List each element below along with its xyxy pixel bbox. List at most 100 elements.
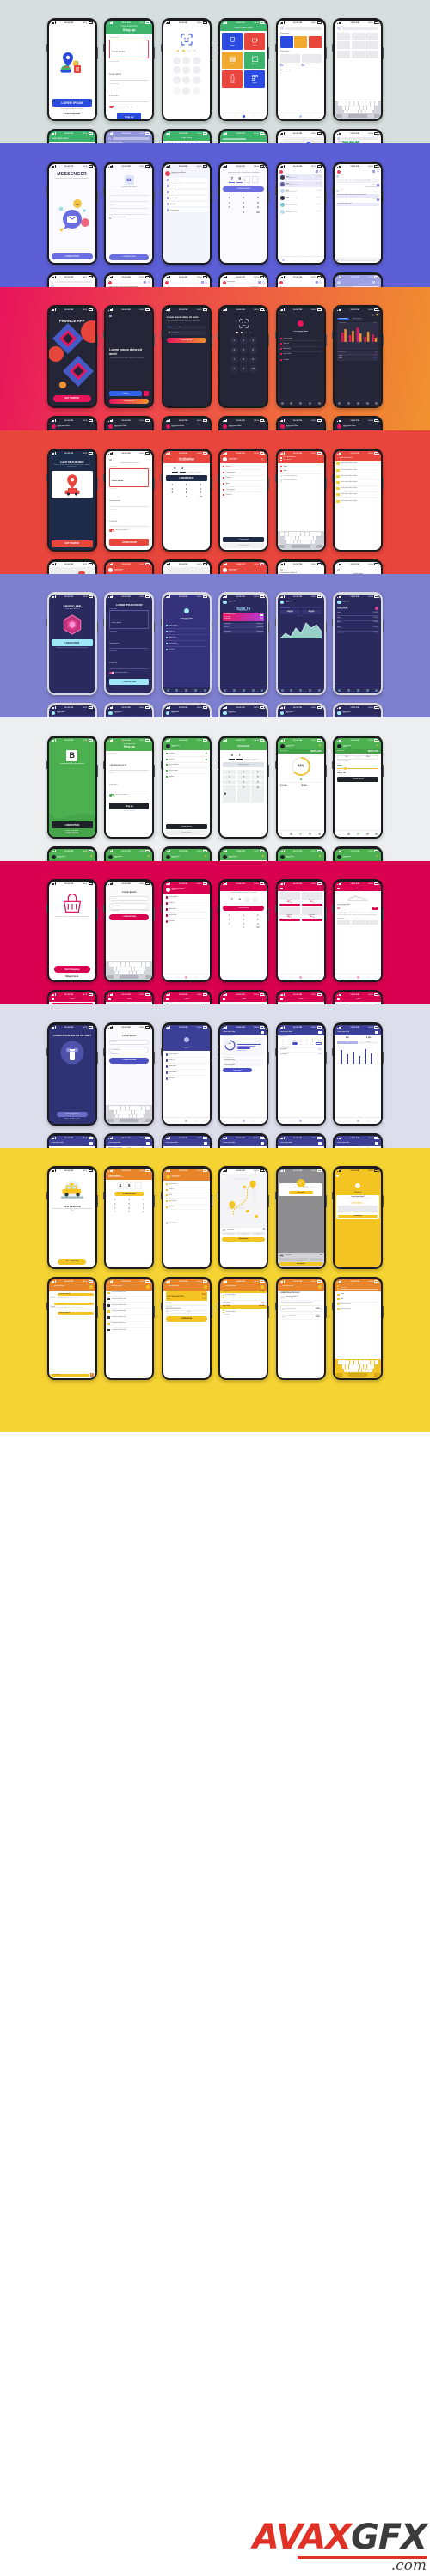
- phone-taxi-trips[interactable]: 12:30 PM 100% ‹ Lorem ipsum dolor Aug 31 2…: [218, 1277, 270, 1380]
- phone-crypto-market[interactable]: 12:30 PM100% Lorem nameDolor sit MTWTFSS…: [161, 703, 212, 717]
- bell-icon[interactable]: 🔔: [262, 856, 265, 858]
- code-digit[interactable]: [194, 466, 201, 473]
- back-icon[interactable]: ‹: [166, 1285, 167, 1288]
- profile-row[interactable]: Lorem ipsum Name Dolor sit: [164, 170, 208, 176]
- tab[interactable]: [311, 606, 322, 609]
- phone-crypto-splash[interactable]: 12:30 PM 100% CRYPTO APP Lorem ipsum dolo…: [46, 592, 98, 695]
- result-tile[interactable]: [351, 41, 365, 50]
- phone-fit-splash[interactable]: 12:30 PM 100% LOREM IPSUM DOLOR SIT AMET …: [46, 1022, 98, 1126]
- nav-search-icon[interactable]: [290, 114, 293, 118]
- send-icon[interactable]: ➤: [89, 1373, 94, 1377]
- search-icon[interactable]: [108, 137, 112, 140]
- comment-input[interactable]: [338, 1206, 378, 1213]
- nav-profile-icon[interactable]: [299, 975, 303, 979]
- numeric-keypad[interactable]: 123 456 789 0 ⌫: [166, 484, 207, 498]
- cart-icon[interactable]: 🛒: [90, 998, 93, 1000]
- menu-icon[interactable]: [279, 137, 283, 142]
- avatar[interactable]: [280, 600, 285, 605]
- key-123[interactable]: [107, 1119, 114, 1123]
- search-icon[interactable]: [319, 170, 322, 173]
- code-inputs[interactable]: 7 9: [223, 175, 264, 183]
- search-icon[interactable]: [319, 281, 322, 284]
- email-input[interactable]: E-mail: [109, 895, 150, 902]
- key[interactable]: 5: [180, 488, 193, 491]
- avatar[interactable]: [51, 854, 56, 859]
- avatar[interactable]: [146, 1285, 150, 1289]
- phone-input[interactable]: +38 (050) 000 00 00: [109, 765, 126, 766]
- check-icon[interactable]: ✓: [109, 1054, 110, 1055]
- nav-more-icon[interactable]: [375, 975, 378, 979]
- nav-more-icon[interactable]: [317, 688, 321, 692]
- menu-icon[interactable]: [50, 568, 54, 571]
- phone-car-payment[interactable]: 12:30 PM100% Lorem IpsumDolor sit amet L…: [104, 559, 155, 574]
- avatar[interactable]: [337, 600, 341, 605]
- avatar[interactable]: [223, 424, 228, 429]
- menu-item[interactable]: Ipsum dolor: [165, 913, 207, 919]
- phone-fit-tasks[interactable]: 12:30 PM100%Lorem ipsum dolor Lorem ipsu…: [275, 1133, 326, 1148]
- phone-bank-chart[interactable]: 12:30 PM100% Lorem NameDolor sit🔔 Lorem …: [46, 846, 97, 861]
- nav-cards-icon[interactable]: [309, 688, 312, 692]
- search-icon[interactable]: [337, 137, 341, 140]
- numeric-keypad[interactable]: 123 456 789 0 ⌫: [223, 196, 264, 214]
- nav-exchange-icon[interactable]: [347, 688, 350, 692]
- login-button[interactable]: LOREM IPSUM: [109, 914, 150, 920]
- tab-inactive[interactable]: Dolor sit amet: [350, 317, 364, 320]
- menu-item[interactable]: Dolor sit: [164, 183, 208, 189]
- tab-inactive[interactable]: Details: [358, 1041, 379, 1045]
- nav-settings-icon[interactable]: [280, 401, 284, 405]
- search-icon[interactable]: [280, 27, 284, 30]
- credit-card[interactable]: VISA 0000 0000 0000 0000 Name 07 / 23: [165, 1291, 207, 1302]
- catalog-tile[interactable]: [294, 36, 308, 49]
- key[interactable]: 9: [249, 355, 257, 363]
- avatar[interactable]: [298, 320, 304, 327]
- nav-settings-icon[interactable]: [261, 1119, 264, 1122]
- avatar[interactable]: [165, 711, 170, 716]
- password-field[interactable]: 🔒 •••••••: [166, 331, 206, 335]
- bell-icon[interactable]: 🔔: [90, 856, 93, 858]
- key[interactable]: 0: [237, 926, 250, 929]
- map-view[interactable]: [163, 567, 210, 575]
- code-digit[interactable]: 3: [179, 466, 186, 473]
- phone-finance-faceid[interactable]: 12:30 PM 100% 1 2 3 4 5 6 7 8 9 ? 0 ⌫: [218, 305, 270, 408]
- tab[interactable]: [301, 606, 311, 609]
- phone-taxi-verification[interactable]: 12:30 PM 100% Verification Lorem ipsum dol…: [103, 1166, 156, 1269]
- menu-item[interactable]: Lorem ipsum: [165, 1199, 207, 1205]
- password-input[interactable]: •••••••: [109, 662, 117, 664]
- phone-car-history[interactable]: 12:30 PM 100% ‹ Lorem ipsum dolor Lorem ip…: [332, 449, 384, 552]
- menu-item[interactable]: Dolor sit: [165, 900, 207, 907]
- menu-item[interactable]: Sit amet: [165, 647, 207, 652]
- buy-button[interactable]: Buy: [279, 919, 300, 921]
- close-icon[interactable]: [336, 1174, 340, 1177]
- calendar-grid[interactable]: 1234567 8 9 10 11 12 13 14 15 16 17 18 19 20 21 22 23…: [280, 1040, 322, 1047]
- nav-add-icon[interactable]: +: [281, 833, 284, 836]
- start-button[interactable]: LOREM IPSUM: [51, 253, 93, 260]
- menu-icon[interactable]: [51, 998, 54, 1000]
- login-button[interactable]: lorem ipsum: [166, 337, 206, 344]
- nav-profile-icon[interactable]: [185, 1119, 188, 1122]
- search-icon[interactable]: [261, 457, 264, 461]
- avatar[interactable]: [280, 854, 285, 859]
- phone-bank-signup[interactable]: 12:30 PM 100% Lorem ipsum dolor Sing up Lo…: [103, 736, 156, 839]
- key[interactable]: [172, 66, 181, 75]
- tab[interactable]: [280, 606, 290, 609]
- nav-settings-icon[interactable]: [375, 1119, 378, 1122]
- star-rating[interactable]: ★★★★★: [338, 1201, 378, 1205]
- send-icon[interactable]: ➤: [378, 259, 380, 261]
- key[interactable]: 9: [251, 923, 264, 925]
- avatar[interactable]: [336, 280, 341, 284]
- phone-address-search[interactable]: 12:30 PM100% Lorem ipsum dolor sit Lorem…: [218, 129, 269, 143]
- avatar[interactable]: [89, 1285, 93, 1289]
- phone-add-card[interactable]: 12:30 PM100% Lorem ipsum NameDolor sit L…: [275, 416, 326, 430]
- menu-item[interactable]: Lorem ipsum: [223, 487, 265, 493]
- toggle-switch[interactable]: [109, 529, 114, 533]
- menu-item[interactable]: Sit amet: [280, 357, 322, 362]
- bell-icon[interactable]: 🔔: [319, 745, 322, 747]
- order-button[interactable]: lorem ipsum: [222, 1236, 266, 1242]
- avatar[interactable]: [337, 424, 342, 429]
- phone-finance-login[interactable]: 12:30 PM 100% Lorem ipsum dolor sit amet …: [160, 305, 212, 408]
- keyboard[interactable]: [335, 101, 382, 119]
- menu-item[interactable]: Ipsum dolor: [164, 195, 208, 201]
- key[interactable]: 6: [194, 488, 207, 491]
- category-tile[interactable]: Ipsum: [244, 33, 266, 51]
- avatar[interactable]: [280, 711, 285, 716]
